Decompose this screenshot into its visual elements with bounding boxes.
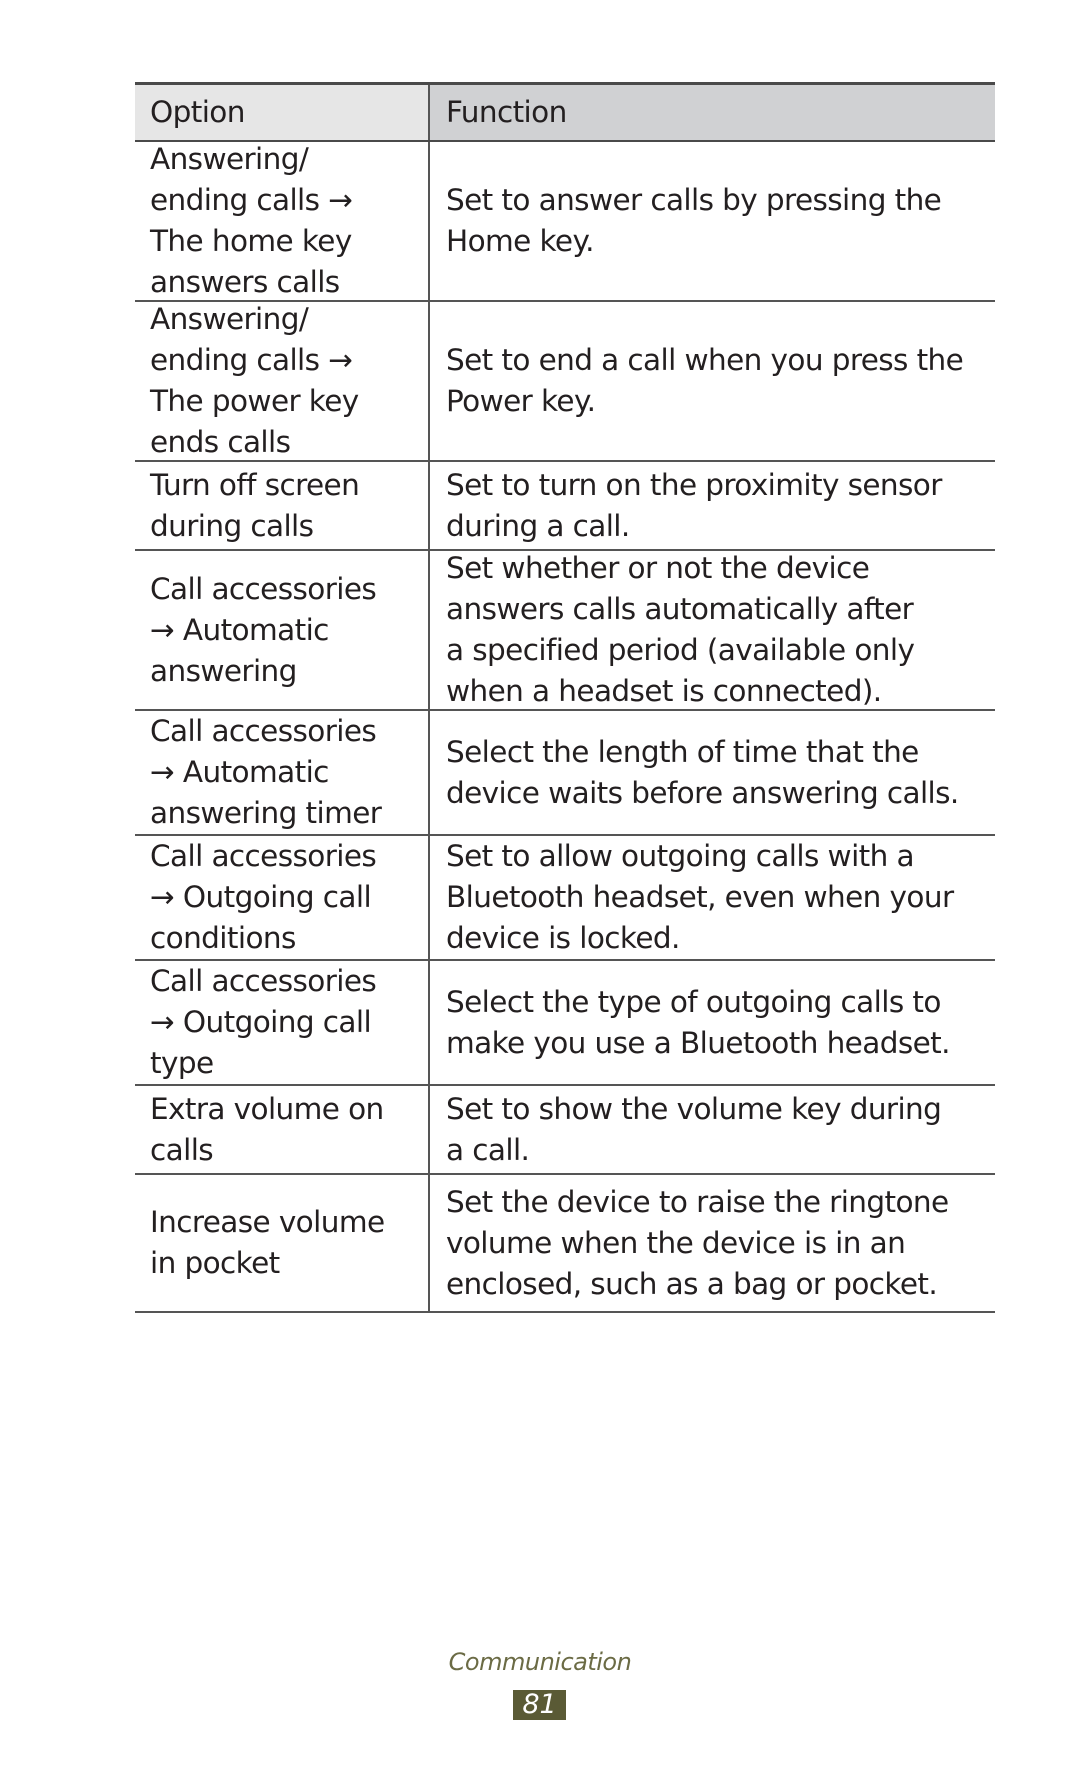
function-cell: Set to allow outgoing calls with a Bluet… xyxy=(430,836,995,959)
option-cell: Turn off screen during calls xyxy=(135,462,430,549)
section-title: Communication xyxy=(448,1648,632,1676)
option-text: Turn off screen during calls xyxy=(150,467,360,543)
option-cell: Answering/ ending calls → The power key … xyxy=(135,302,430,460)
option-text: Call accessories → Automatic answering xyxy=(150,571,377,688)
table-row: Increase volume in pocket Set the device… xyxy=(135,1175,995,1313)
option-cell: Call accessories → Automatic answering t… xyxy=(135,711,430,834)
table-row: Call accessories → Outgoing call conditi… xyxy=(135,836,995,961)
function-cell: Set to show the volume key during a call… xyxy=(430,1086,995,1173)
function-cell: Select the type of outgoing calls to mak… xyxy=(430,961,995,1084)
table-row: Extra volume on calls Set to show the vo… xyxy=(135,1086,995,1175)
option-cell: Extra volume on calls xyxy=(135,1086,430,1173)
header-function-label: Function xyxy=(446,95,567,129)
page-number-badge: 81 xyxy=(513,1690,566,1720)
option-cell: Call accessories → Outgoing call conditi… xyxy=(135,836,430,959)
header-option: Option xyxy=(135,85,430,140)
function-text: Set to allow outgoing calls with a Bluet… xyxy=(446,839,954,955)
option-text: Answering/ ending calls → The home key a… xyxy=(150,142,353,299)
function-text: Set to show the volume key during a call… xyxy=(446,1091,942,1167)
function-text: Select the length of time that the devic… xyxy=(446,734,959,810)
option-cell: Increase volume in pocket xyxy=(135,1175,430,1311)
table-row: Turn off screen during calls Set to turn… xyxy=(135,462,995,551)
header-function: Function xyxy=(430,85,995,140)
table-row: Answering/ ending calls → The home key a… xyxy=(135,142,995,302)
function-text: Set to answer calls by pressing the Home… xyxy=(446,183,942,258)
function-cell: Set to end a call when you press the Pow… xyxy=(430,302,995,460)
table-header-row: Option Function xyxy=(135,85,995,142)
table-row: Call accessories → Automatic answering t… xyxy=(135,711,995,836)
option-text: Call accessories → Automatic answering t… xyxy=(150,714,382,830)
option-text: Call accessories → Outgoing call conditi… xyxy=(150,839,377,955)
function-text: Set whether or not the device answers ca… xyxy=(446,551,915,708)
option-cell: Call accessories → Outgoing call type xyxy=(135,961,430,1084)
option-text: Extra volume on calls xyxy=(150,1091,384,1167)
option-cell: Call accessories → Automatic answering xyxy=(135,551,430,709)
table-row: Answering/ ending calls → The power key … xyxy=(135,302,995,462)
function-cell: Set whether or not the device answers ca… xyxy=(430,551,995,709)
function-cell: Set to answer calls by pressing the Home… xyxy=(430,142,995,300)
function-cell: Select the length of time that the devic… xyxy=(430,711,995,834)
function-cell: Set to turn on the proximity sensor duri… xyxy=(430,462,995,549)
function-text: Set the device to raise the ringtone vol… xyxy=(446,1184,949,1301)
header-option-label: Option xyxy=(150,95,245,129)
option-text: Answering/ ending calls → The power key … xyxy=(150,302,359,459)
table-row: Call accessories → Automatic answering S… xyxy=(135,551,995,711)
function-text: Select the type of outgoing calls to mak… xyxy=(446,984,951,1060)
settings-table: Option Function Answering/ ending calls … xyxy=(135,82,995,1313)
function-text: Set to turn on the proximity sensor duri… xyxy=(446,467,942,543)
option-text: Increase volume in pocket xyxy=(150,1205,385,1280)
function-text: Set to end a call when you press the Pow… xyxy=(446,343,964,418)
option-cell: Answering/ ending calls → The home key a… xyxy=(135,142,430,300)
option-text: Call accessories → Outgoing call type xyxy=(150,964,377,1080)
table-row: Call accessories → Outgoing call type Se… xyxy=(135,961,995,1086)
function-cell: Set the device to raise the ringtone vol… xyxy=(430,1175,995,1311)
